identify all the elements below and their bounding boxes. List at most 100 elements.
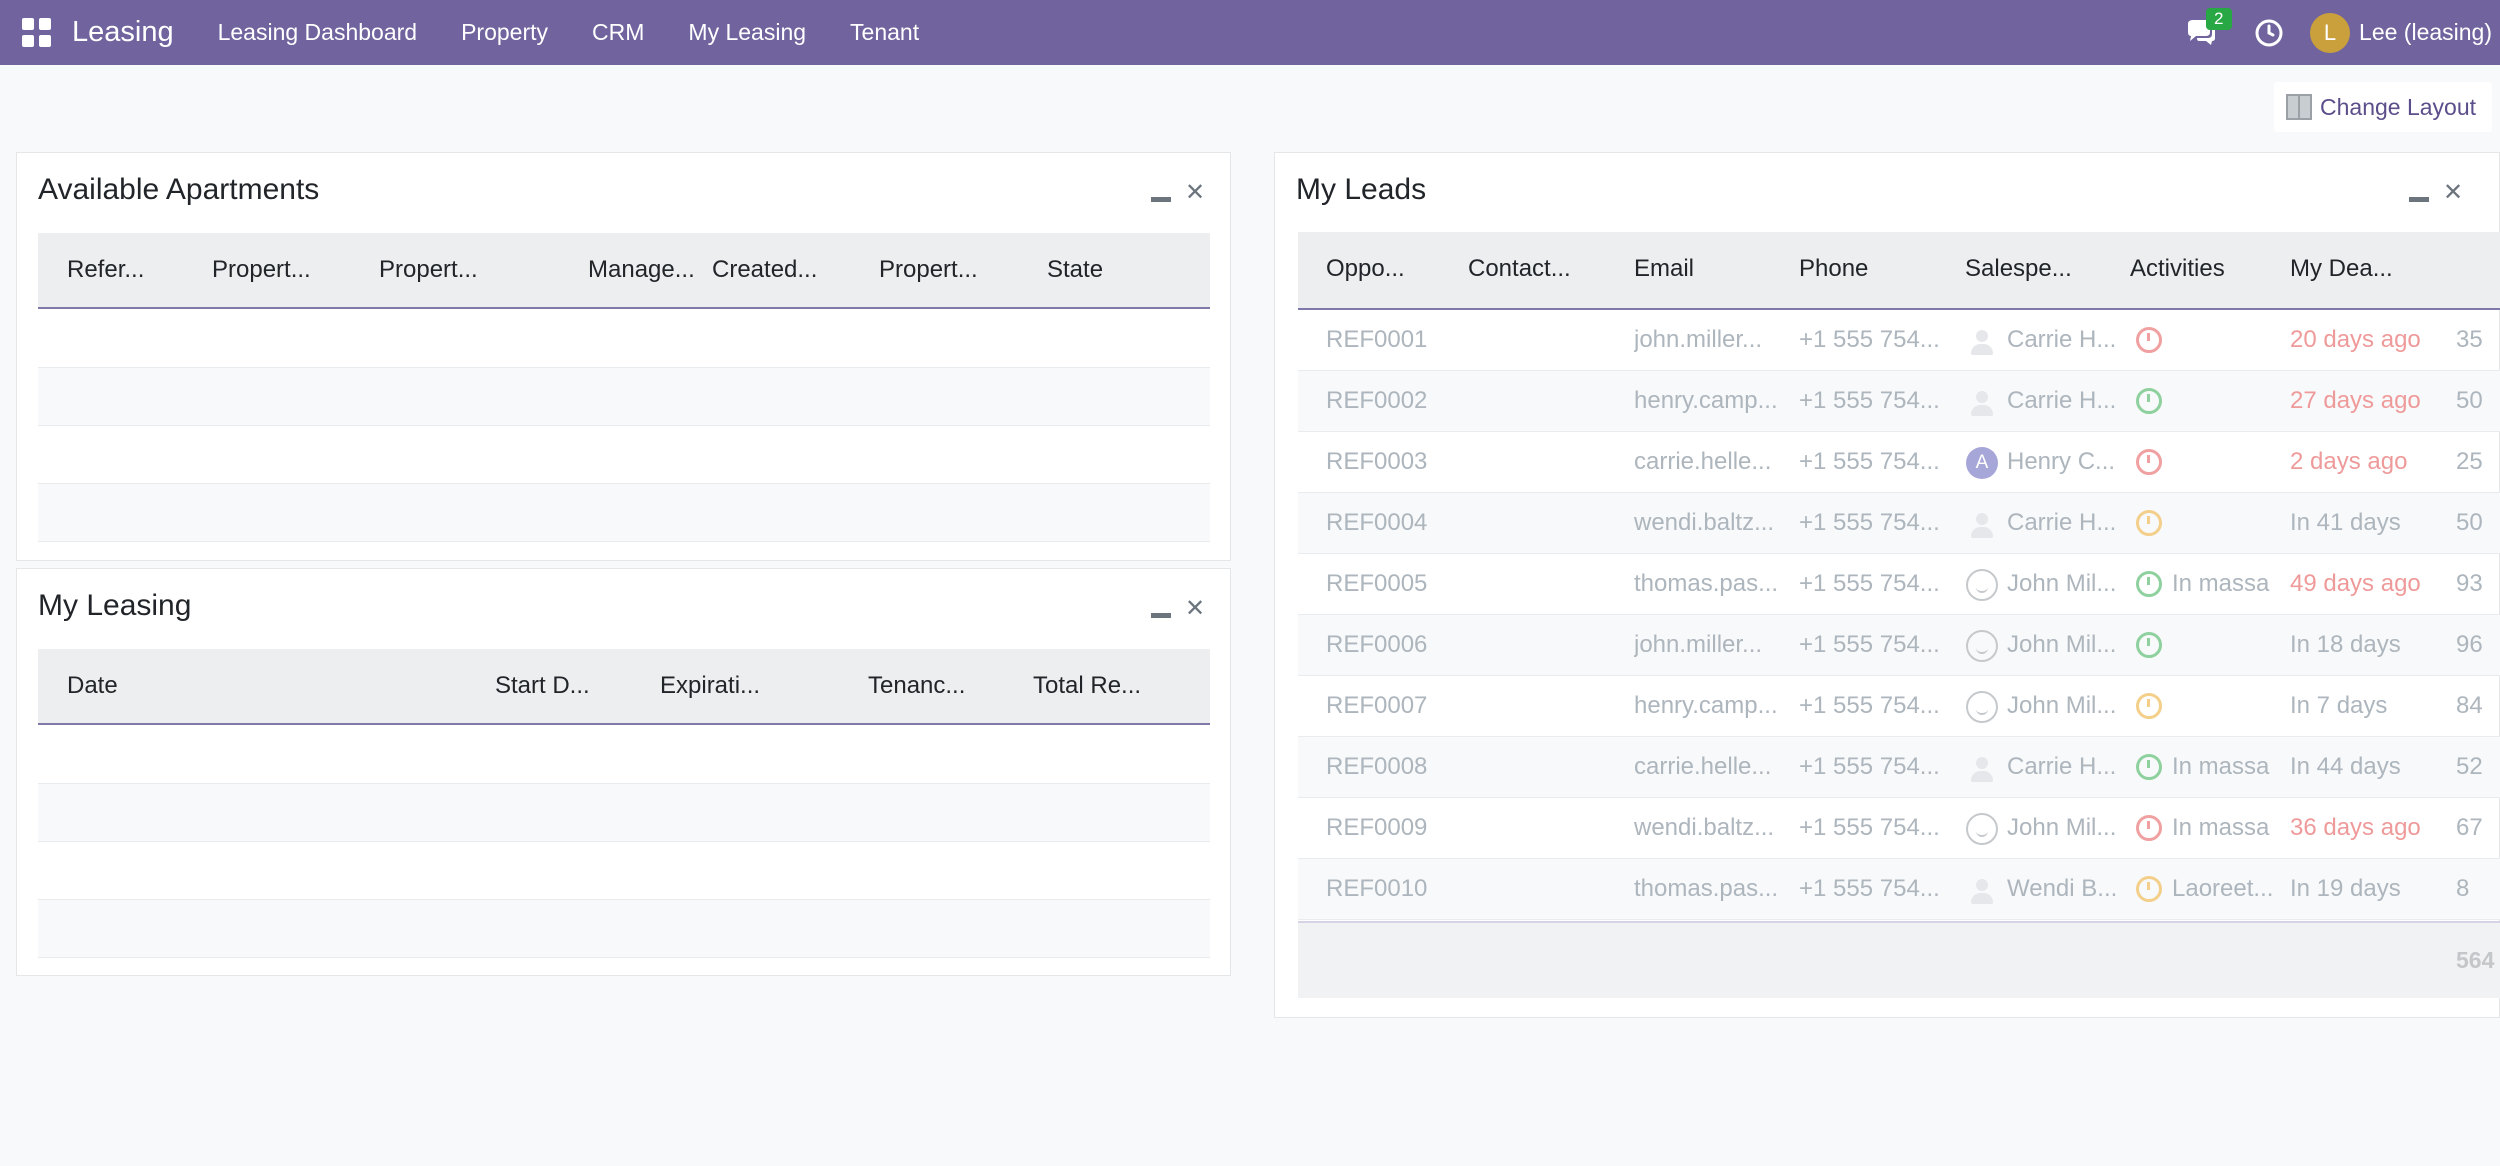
lead-value: 8 xyxy=(2456,875,2470,902)
column-header[interactable]: Salespe... xyxy=(1965,232,2072,306)
column-header[interactable]: Propert... xyxy=(212,233,311,307)
lead-value: 84 xyxy=(2456,692,2483,719)
lead-salesperson: John Mil... xyxy=(2007,692,2117,719)
column-header[interactable]: Created... xyxy=(712,233,817,307)
close-icon[interactable]: ✕ xyxy=(1185,181,1205,205)
table-row[interactable]: REF0010 thomas.pas... +1 555 754... Wendi B… xyxy=(1298,859,2500,920)
lead-value: 67 xyxy=(2456,814,2483,841)
menu-my-leasing[interactable]: My Leasing xyxy=(688,19,806,46)
column-header[interactable]: State xyxy=(1047,233,1103,307)
table-row[interactable]: REF0007 henry.camp... +1 555 754... John Mi… xyxy=(1298,676,2500,737)
table-row[interactable]: REF0004 wendi.baltz... +1 555 754... Carrie… xyxy=(1298,493,2500,554)
layout-columns-icon xyxy=(2286,94,2312,120)
lead-value: 50 xyxy=(2456,509,2483,536)
column-header[interactable]: Oppo... xyxy=(1326,232,1405,306)
change-layout-button[interactable]: Change Layout xyxy=(2274,82,2492,132)
table-row[interactable]: REF0006 john.miller... +1 555 754... John M… xyxy=(1298,615,2500,676)
lead-reference: REF0001 xyxy=(1326,326,1428,353)
table-row[interactable]: REF0001 john.miller... +1 555 754... Carrie… xyxy=(1298,310,2500,371)
apps-grid-icon[interactable] xyxy=(22,17,52,48)
lead-deadline: 36 days ago xyxy=(2290,814,2421,841)
table-row[interactable]: REF0009 wendi.baltz... +1 555 754... John M… xyxy=(1298,798,2500,859)
minimize-icon[interactable] xyxy=(2409,196,2429,202)
user-menu-name[interactable]: Lee (leasing) xyxy=(2359,19,2492,46)
app-brand[interactable]: Leasing xyxy=(72,16,174,49)
column-header[interactable]: Activities xyxy=(2130,232,2225,306)
activity-summary xyxy=(2172,432,2284,492)
activity-summary: Laoreet... xyxy=(2172,875,2274,902)
lead-deadline: In 41 days xyxy=(2290,509,2401,536)
column-header[interactable]: Refer... xyxy=(67,233,144,307)
activity-summary xyxy=(2172,493,2284,553)
activity-clock-icon[interactable] xyxy=(2136,449,2162,475)
close-icon[interactable]: ✕ xyxy=(2443,181,2463,205)
activity-clock-icon[interactable] xyxy=(2136,815,2162,841)
lead-salesperson: John Mil... xyxy=(2007,814,2117,841)
lead-salesperson: Carrie H... xyxy=(2007,387,2117,414)
column-header[interactable]: Expirati... xyxy=(660,649,760,723)
panel-title: My Leads xyxy=(1296,173,1427,206)
panel-title: Available Apartments xyxy=(38,173,320,206)
activity-clock-icon[interactable] xyxy=(2136,632,2162,658)
empty-row xyxy=(38,426,1210,484)
column-header[interactable]: Email xyxy=(1634,232,1694,306)
column-header[interactable]: Propert... xyxy=(379,233,478,307)
menu-property[interactable]: Property xyxy=(461,19,548,46)
lead-reference: REF0010 xyxy=(1326,875,1428,902)
column-header[interactable]: Total Re... xyxy=(1033,649,1141,723)
activity-clock-icon[interactable] xyxy=(2252,16,2286,50)
column-header[interactable]: Phone xyxy=(1799,232,1868,306)
column-header[interactable]: My Dea... xyxy=(2290,232,2393,306)
empty-row xyxy=(38,484,1210,542)
minimize-icon[interactable] xyxy=(1151,196,1171,202)
lead-value: 93 xyxy=(2456,570,2483,597)
chat-icon[interactable]: 2 xyxy=(2184,7,2232,50)
activity-clock-icon[interactable] xyxy=(2136,754,2162,780)
lead-email: wendi.baltz... xyxy=(1634,509,1775,536)
leads-table-footer: 564 xyxy=(1298,921,2500,998)
close-icon[interactable]: ✕ xyxy=(1185,597,1205,621)
lead-phone: +1 555 754... xyxy=(1799,631,1940,658)
lead-salesperson: John Mil... xyxy=(2007,570,2117,597)
lead-value: 52 xyxy=(2456,753,2483,780)
lead-email: henry.camp... xyxy=(1634,387,1778,414)
table-row[interactable]: REF0003 carrie.helle... +1 555 754... A Henr… xyxy=(1298,432,2500,493)
lead-deadline: In 19 days xyxy=(2290,875,2401,902)
lead-phone: +1 555 754... xyxy=(1799,753,1940,780)
lead-salesperson: Carrie H... xyxy=(2007,509,2117,536)
lead-reference: REF0008 xyxy=(1326,753,1428,780)
lead-reference: REF0003 xyxy=(1326,448,1428,475)
column-header[interactable]: Contact... xyxy=(1468,232,1571,306)
activity-summary xyxy=(2172,310,2284,370)
column-header[interactable]: Date xyxy=(67,649,118,723)
table-row[interactable]: REF0008 carrie.helle... +1 555 754... Carri… xyxy=(1298,737,2500,798)
activity-clock-icon[interactable] xyxy=(2136,693,2162,719)
my-leasing-panel: My Leasing ✕ Date Start D... Expirati...… xyxy=(16,568,1231,976)
activity-clock-icon[interactable] xyxy=(2136,327,2162,353)
salesperson-avatar xyxy=(1966,752,1998,784)
column-header[interactable]: Manage... xyxy=(588,233,695,307)
menu-crm[interactable]: CRM xyxy=(592,19,644,46)
activity-clock-icon[interactable] xyxy=(2136,510,2162,536)
menu-tenant[interactable]: Tenant xyxy=(850,19,919,46)
salesperson-avatar xyxy=(1966,874,1998,906)
column-header[interactable]: Start D... xyxy=(495,649,590,723)
table-row[interactable]: REF0005 thomas.pas... +1 555 754... John Mi… xyxy=(1298,554,2500,615)
minimize-icon[interactable] xyxy=(1151,612,1171,618)
table-row[interactable]: REF0002 henry.camp... +1 555 754... Carrie … xyxy=(1298,371,2500,432)
user-avatar[interactable]: L xyxy=(2310,12,2351,53)
lead-reference: REF0005 xyxy=(1326,570,1428,597)
menu-leasing-dashboard[interactable]: Leasing Dashboard xyxy=(218,19,417,46)
column-header[interactable]: Tenanc... xyxy=(868,649,965,723)
activity-clock-icon[interactable] xyxy=(2136,571,2162,597)
salesperson-avatar xyxy=(1966,569,1998,601)
top-navbar: Leasing Leasing Dashboard Property CRM M… xyxy=(0,0,2500,65)
available-apartments-panel: Available Apartments ✕ Refer... Propert.… xyxy=(16,152,1231,561)
lead-salesperson: Henry C... xyxy=(2007,448,2116,475)
activity-clock-icon[interactable] xyxy=(2136,388,2162,414)
salesperson-avatar xyxy=(1966,691,1998,723)
empty-row xyxy=(38,368,1210,426)
empty-row xyxy=(38,842,1210,900)
column-header[interactable]: Propert... xyxy=(879,233,978,307)
activity-clock-icon[interactable] xyxy=(2136,876,2162,902)
